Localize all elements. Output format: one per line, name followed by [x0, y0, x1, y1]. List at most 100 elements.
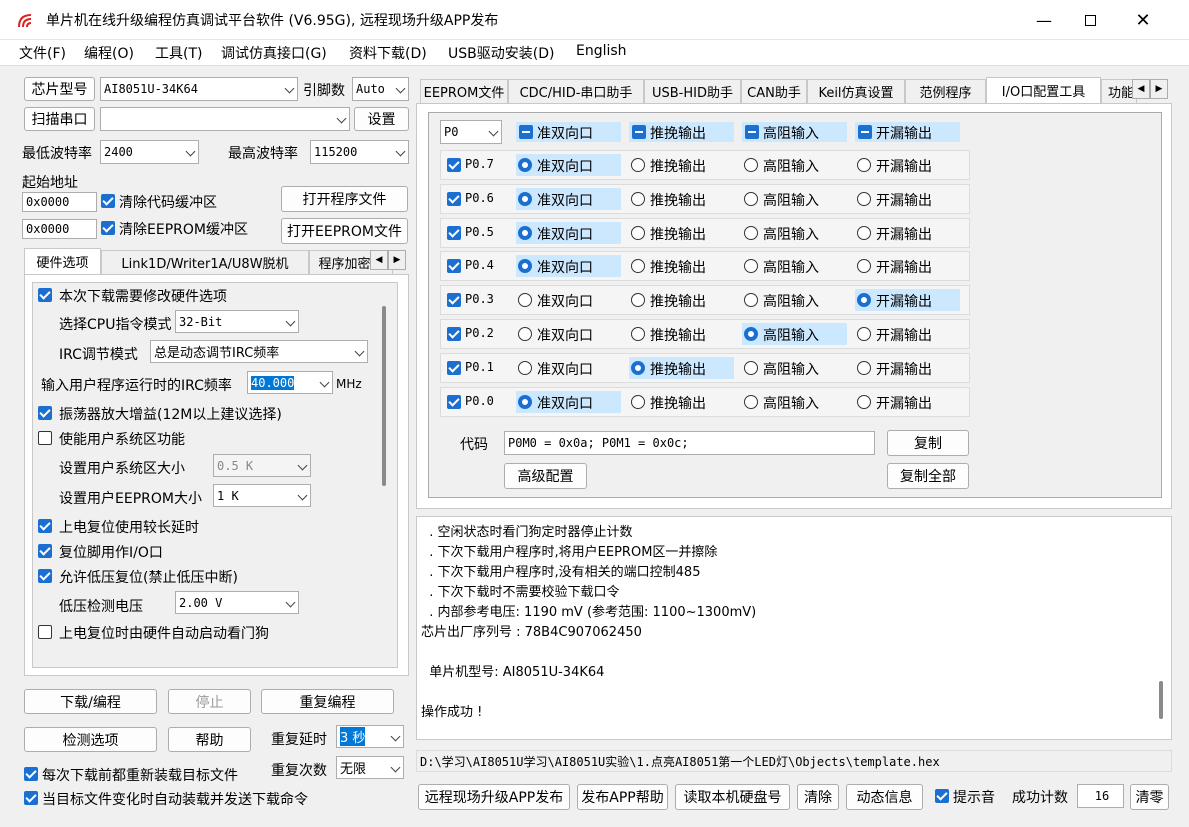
- advanced-config-button[interactable]: 高级配置: [504, 463, 587, 489]
- pin-enable-checkbox[interactable]: [447, 191, 461, 206]
- mode-radio-open-drain[interactable]: [857, 327, 871, 341]
- user-system-area-checkbox[interactable]: [38, 431, 52, 445]
- mode-radio-open-drain[interactable]: [857, 394, 871, 409]
- menu-tools[interactable]: 工具(T): [155, 43, 202, 63]
- all-high-impedance-checkbox[interactable]: [745, 125, 759, 139]
- download-program-button[interactable]: 下载/编程: [24, 689, 157, 714]
- mode-radio-quasi-bidirectional[interactable]: [518, 191, 532, 206]
- all-open-drain-checkbox[interactable]: [858, 125, 872, 139]
- min-baud-select[interactable]: 2400: [100, 140, 199, 164]
- open-eeprom-file-button[interactable]: 打开EEPROM文件: [281, 218, 408, 244]
- power-on-delay-checkbox[interactable]: [38, 519, 52, 533]
- port-select[interactable]: P0: [440, 120, 502, 144]
- tab-can[interactable]: CAN助手: [741, 79, 807, 103]
- menu-file[interactable]: 文件(F): [19, 43, 66, 63]
- mode-radio-high-impedance[interactable]: [744, 360, 758, 375]
- tab-io-config[interactable]: I/O口配置工具: [986, 77, 1101, 103]
- chip-model-select[interactable]: AI8051U-34K64: [100, 77, 298, 101]
- chip-model-button[interactable]: 芯片型号: [24, 77, 95, 101]
- dynamic-info-button[interactable]: 动态信息: [846, 784, 923, 810]
- pin-enable-checkbox[interactable]: [447, 360, 461, 375]
- menu-debug-interface[interactable]: 调试仿真接口(G): [221, 43, 327, 63]
- read-disk-id-button[interactable]: 读取本机硬盘号: [675, 784, 790, 810]
- publish-app-help-button[interactable]: 发布APP帮助: [577, 784, 668, 810]
- max-baud-select[interactable]: 115200: [310, 140, 409, 164]
- all-push-pull-checkbox[interactable]: [632, 125, 646, 139]
- mode-radio-high-impedance[interactable]: [744, 158, 758, 172]
- mode-radio-high-impedance[interactable]: [744, 191, 758, 206]
- tab-hardware-options[interactable]: 硬件选项: [24, 248, 101, 274]
- reset-pin-io-checkbox[interactable]: [38, 544, 52, 558]
- watchdog-checkbox[interactable]: [38, 625, 52, 639]
- mode-radio-push-pull[interactable]: [631, 327, 645, 341]
- maximize-button[interactable]: [1067, 0, 1113, 40]
- mode-radio-quasi-bidirectional[interactable]: [518, 394, 532, 409]
- right-tab-scroll-right-button[interactable]: ▶: [1150, 79, 1168, 99]
- copy-all-button[interactable]: 复制全部: [887, 463, 969, 489]
- oscillator-gain-checkbox[interactable]: [38, 406, 52, 420]
- mode-radio-push-pull[interactable]: [631, 225, 645, 240]
- eeprom-size-select[interactable]: 1 K: [213, 484, 311, 507]
- menu-program[interactable]: 编程(O): [84, 43, 134, 63]
- mode-radio-quasi-bidirectional[interactable]: [518, 360, 532, 375]
- pin-enable-checkbox[interactable]: [447, 327, 461, 341]
- lvd-select[interactable]: 2.00 V: [175, 591, 299, 614]
- remote-upgrade-publish-button[interactable]: 远程现场升级APP发布: [418, 784, 570, 810]
- eeprom-start-address-input[interactable]: 0x0000: [22, 219, 97, 239]
- mode-radio-quasi-bidirectional[interactable]: [518, 158, 532, 172]
- mode-radio-high-impedance[interactable]: [744, 327, 758, 341]
- close-button[interactable]: ✕: [1120, 0, 1166, 40]
- output-log[interactable]: . 空闲状态时看门狗定时器停止计数 . 下次下载用户程序时,将用户EEPROM区…: [416, 516, 1172, 740]
- cpu-mode-select[interactable]: 32-Bit: [175, 310, 299, 333]
- pin-enable-checkbox[interactable]: [447, 158, 461, 172]
- tab-serial-assistant[interactable]: CDC/HID-串口助手: [508, 79, 644, 103]
- mode-radio-open-drain[interactable]: [857, 225, 871, 240]
- log-scrollbar-thumb[interactable]: [1159, 681, 1163, 719]
- clear-code-buffer-checkbox[interactable]: [101, 194, 115, 208]
- serial-port-select[interactable]: [100, 107, 350, 131]
- system-area-size-select[interactable]: 0.5 K: [213, 454, 311, 477]
- auto-reload-checkbox[interactable]: [24, 791, 38, 805]
- menu-downloads[interactable]: 资料下载(D): [349, 43, 427, 63]
- tab-keil-sim[interactable]: Keil仿真设置: [807, 79, 905, 103]
- beep-checkbox[interactable]: [935, 789, 949, 803]
- tab-usb-hid[interactable]: USB-HID助手: [644, 79, 741, 103]
- all-quasi-bidirectional-checkbox[interactable]: [519, 125, 533, 139]
- right-tab-scroll-left-button[interactable]: ◀: [1132, 79, 1150, 99]
- settings-button[interactable]: 设置: [354, 107, 409, 131]
- reload-each-download-checkbox[interactable]: [24, 767, 38, 781]
- pin-enable-checkbox[interactable]: [447, 225, 461, 240]
- mode-radio-push-pull[interactable]: [631, 360, 645, 375]
- minimize-button[interactable]: —: [1021, 0, 1067, 40]
- repeat-delay-select[interactable]: 3 秒: [336, 725, 404, 748]
- pin-enable-checkbox[interactable]: [447, 293, 461, 308]
- irc-frequency-select[interactable]: 40.000: [247, 371, 333, 394]
- clear-button[interactable]: 清除: [797, 784, 839, 810]
- success-count-field[interactable]: 16: [1077, 784, 1124, 808]
- help-button[interactable]: 帮助: [168, 727, 251, 752]
- pin-enable-checkbox[interactable]: [447, 259, 461, 274]
- mode-radio-open-drain[interactable]: [857, 360, 871, 375]
- code-start-address-input[interactable]: 0x0000: [22, 192, 97, 212]
- reset-count-button[interactable]: 清零: [1130, 784, 1169, 810]
- code-output-field[interactable]: P0M0 = 0x0a; P0M1 = 0x0c;: [504, 431, 875, 455]
- tab-examples[interactable]: 范例程序: [905, 79, 986, 103]
- mode-radio-open-drain[interactable]: [857, 158, 871, 172]
- menu-usb-driver[interactable]: USB驱动安装(D): [448, 43, 554, 63]
- repeat-program-button[interactable]: 重复编程: [261, 689, 394, 714]
- tab-scroll-right-button[interactable]: ▶: [388, 250, 406, 270]
- repeat-count-select[interactable]: 无限: [336, 756, 404, 779]
- mode-radio-quasi-bidirectional[interactable]: [518, 327, 532, 341]
- mode-radio-high-impedance[interactable]: [744, 394, 758, 409]
- scan-port-button[interactable]: 扫描串口: [24, 107, 95, 131]
- mode-radio-push-pull[interactable]: [631, 394, 645, 409]
- clear-eeprom-buffer-checkbox[interactable]: [101, 221, 115, 235]
- stop-button[interactable]: 停止: [168, 689, 251, 714]
- menu-english[interactable]: English: [576, 43, 627, 59]
- open-program-file-button[interactable]: 打开程序文件: [281, 186, 408, 212]
- pin-enable-checkbox[interactable]: [447, 394, 461, 409]
- tab-scroll-left-button[interactable]: ◀: [370, 250, 388, 270]
- tab-eeprom-file[interactable]: EEPROM文件: [420, 79, 508, 103]
- modify-hardware-checkbox[interactable]: [38, 288, 52, 302]
- mode-radio-open-drain[interactable]: [857, 191, 871, 206]
